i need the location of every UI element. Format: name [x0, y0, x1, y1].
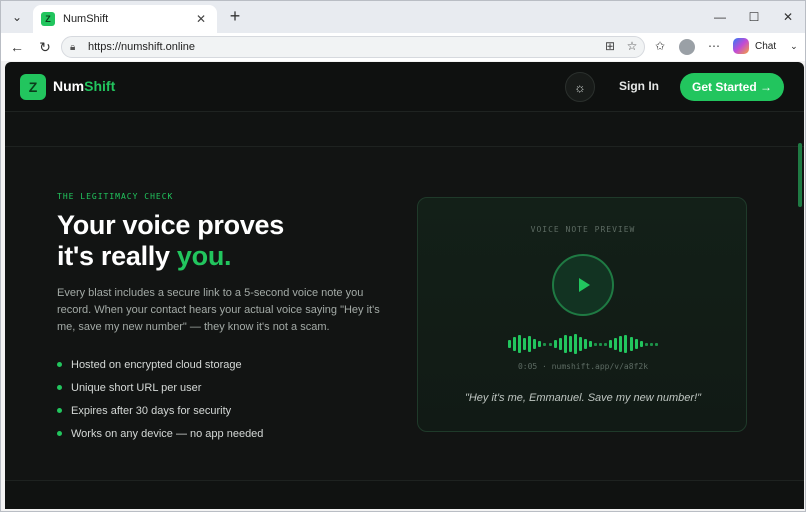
logo-wordmark[interactable]: NumShift — [53, 78, 115, 94]
get-started-button[interactable]: Get Started → — [680, 73, 784, 101]
more-menu-icon[interactable]: ⋯ — [705, 37, 723, 55]
favicon-icon: Z — [41, 12, 55, 26]
voice-note-quote: "Hey it's me, Emmanuel. Save my new numb… — [464, 392, 702, 404]
list-item: Works on any device — no app needed — [57, 422, 263, 445]
waveform-bar — [624, 335, 628, 353]
waveform-bar — [513, 337, 517, 351]
list-item-text: Unique short URL per user — [71, 381, 202, 394]
bullet-dot-icon — [57, 431, 62, 436]
preview-label: VOICE NOTE PREVIEW — [530, 225, 636, 234]
reload-button[interactable]: ↻ — [35, 37, 55, 57]
waveform-bar — [649, 342, 653, 346]
waveform-bar — [609, 340, 613, 348]
close-window-button[interactable]: ✕ — [775, 7, 801, 27]
waveform-bar — [639, 341, 643, 347]
copilot-chat-button[interactable]: Chat ⌄ — [733, 38, 798, 54]
headline-accent: you. — [176, 241, 232, 271]
waveform-bar — [573, 334, 577, 354]
waveform-bar — [538, 341, 542, 347]
maximize-button[interactable]: ☐ — [741, 7, 767, 27]
favorite-star-icon[interactable]: ☆ — [623, 37, 641, 55]
audio-waveform — [508, 334, 658, 354]
headline-line-2: it's really you. — [57, 241, 284, 272]
waveform-bar — [563, 335, 567, 353]
play-button[interactable] — [552, 254, 614, 316]
waveform-bar — [599, 342, 603, 346]
waveform-bar — [553, 340, 557, 348]
waveform-bar — [568, 336, 572, 352]
browser-window: ⌄ Z NumShift ✕ + — ☐ ✕ ← ↻ 🔒︎ https://nu… — [0, 0, 806, 512]
eyebrow-label: THE LEGITIMACY CHECK — [57, 192, 174, 201]
tab-numshift[interactable]: Z NumShift ✕ — [33, 5, 217, 33]
theme-toggle-sun-icon[interactable]: ☼ — [565, 72, 595, 102]
waveform-bar — [629, 337, 633, 351]
web-page: Z NumShift ☼ Sign In Get Started → THE L… — [5, 62, 804, 509]
waveform-bar — [594, 342, 598, 346]
close-tab-icon[interactable]: ✕ — [193, 12, 209, 26]
next-section-band — [5, 481, 804, 509]
logo-icon[interactable]: Z — [20, 74, 46, 100]
copilot-icon — [733, 38, 749, 54]
waveform-bar — [548, 342, 552, 346]
profile-avatar[interactable] — [679, 39, 695, 55]
tab-menu-chevron-icon[interactable]: ⌄ — [7, 7, 27, 27]
waveform-bar — [543, 342, 547, 346]
play-icon — [579, 278, 590, 292]
waveform-bar — [528, 336, 532, 352]
chat-label: Chat — [755, 40, 777, 52]
waveform-bar — [619, 336, 623, 352]
scrollbar-thumb[interactable] — [798, 143, 802, 207]
sign-in-link[interactable]: Sign In — [619, 79, 659, 93]
minimize-button[interactable]: — — [707, 7, 733, 27]
bullet-dot-icon — [57, 362, 62, 367]
voice-note-preview-card: VOICE NOTE PREVIEW 0:05 · numshift.app/v… — [417, 197, 747, 432]
split-screen-icon[interactable]: ⊞ — [601, 37, 619, 55]
waveform-bar — [508, 340, 511, 348]
tab-bar: ⌄ Z NumShift ✕ + — ☐ ✕ — [1, 1, 805, 33]
address-toolbar: ← ↻ 🔒︎ https://numshift.online ⊞ ☆ ✩ ⋯ C… — [1, 33, 805, 61]
waveform-bar — [634, 339, 638, 349]
logo-primary: Num — [53, 78, 85, 94]
list-item-text: Works on any device — no app needed — [71, 427, 264, 440]
waveform-bar — [583, 339, 587, 349]
chevron-down-icon: ⌄ — [790, 40, 798, 51]
waveform-bar — [654, 342, 658, 346]
new-tab-button[interactable]: + — [225, 7, 245, 27]
waveform-bar — [558, 338, 562, 350]
list-item-text: Expires after 30 days for security — [71, 404, 232, 417]
waveform-bar — [518, 335, 522, 353]
hero-section: THE LEGITIMACY CHECK Your voice proves i… — [5, 147, 804, 481]
bullet-dot-icon — [57, 385, 62, 390]
favorites-icon[interactable]: ✩ — [651, 37, 669, 55]
lock-icon: 🔒︎ — [70, 41, 76, 53]
voice-note-meta: 0:05 · numshift.app/v/a8f2k — [517, 362, 649, 371]
waveform-bar — [533, 339, 537, 349]
waveform-bar — [578, 337, 582, 351]
hero-headline: Your voice proves it's really you. — [57, 210, 284, 272]
url-text: https://numshift.online — [88, 41, 196, 53]
feature-list: Hosted on encrypted cloud storage Unique… — [57, 353, 263, 445]
hero-description: Every blast includes a secure link to a … — [57, 287, 380, 333]
waveform-bar — [644, 342, 648, 346]
bullet-dot-icon — [57, 408, 62, 413]
list-item: Hosted on encrypted cloud storage — [57, 353, 263, 376]
list-item: Expires after 30 days for security — [57, 399, 263, 422]
list-item: Unique short URL per user — [57, 376, 263, 399]
address-bar[interactable]: 🔒︎ https://numshift.online — [61, 36, 645, 58]
headline-line-1: Your voice proves — [57, 210, 284, 240]
waveform-bar — [604, 342, 608, 346]
waveform-bar — [523, 338, 527, 350]
logo-accent: Shift — [84, 78, 116, 94]
section-divider-band — [5, 112, 804, 147]
list-item-text: Hosted on encrypted cloud storage — [71, 358, 242, 371]
waveform-bar — [589, 341, 592, 347]
tab-title: NumShift — [63, 13, 109, 25]
headline-prefix: it's really — [57, 241, 177, 271]
back-button[interactable]: ← — [7, 37, 27, 57]
site-header: Z NumShift ☼ Sign In Get Started → — [5, 62, 804, 112]
waveform-bar — [614, 338, 618, 350]
